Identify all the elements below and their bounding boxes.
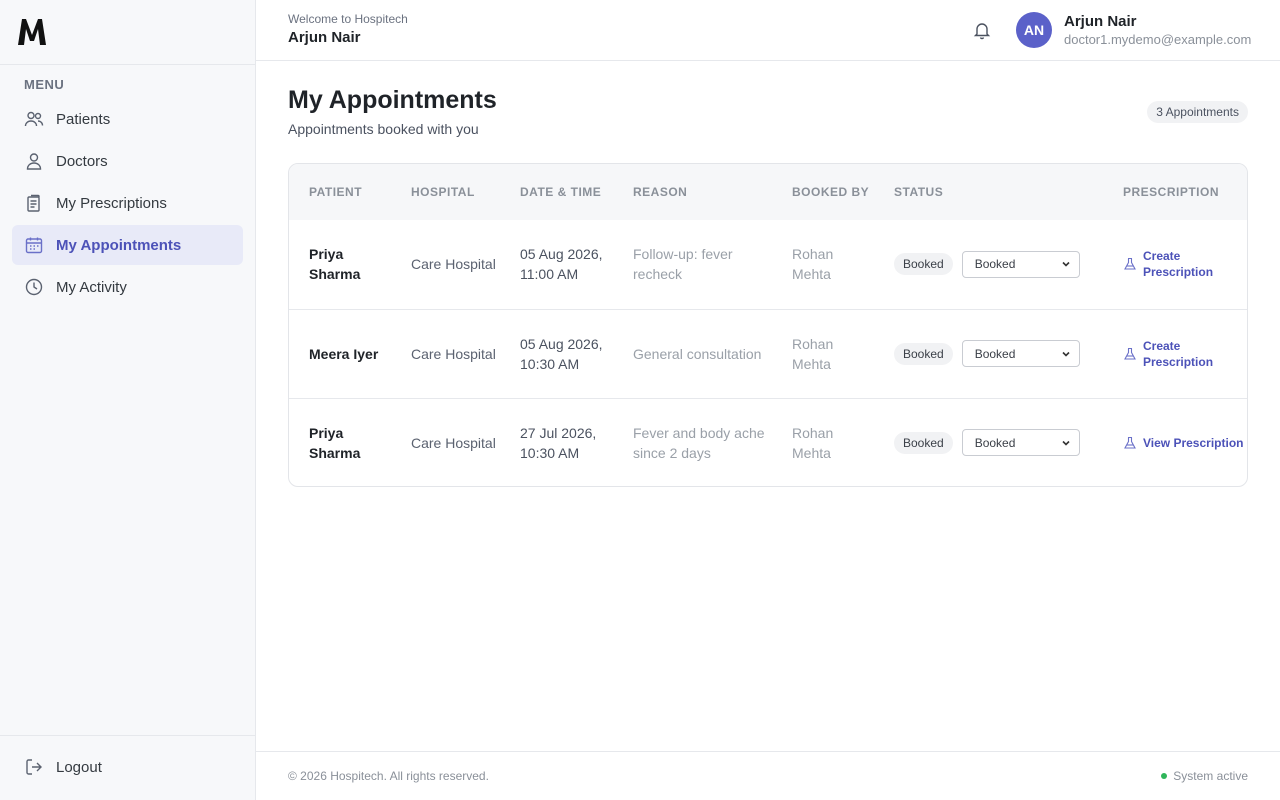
sidebar-nav: Patients Doctors My Prescriptions My App… <box>0 99 255 307</box>
calendar-icon <box>24 235 44 255</box>
system-status-label: System active <box>1173 769 1248 783</box>
top-header: Welcome to Hospitech Arjun Nair AN Arjun… <box>256 0 1280 61</box>
page-subtitle: Appointments booked with you <box>288 121 479 137</box>
logout-button[interactable]: Logout <box>12 747 243 787</box>
sidebar-item-my-appointments[interactable]: My Appointments <box>12 225 243 265</box>
sidebar-item-label: My Activity <box>56 278 127 296</box>
notification-bell-icon[interactable] <box>972 20 992 40</box>
user-icon <box>24 151 44 171</box>
status-select[interactable]: Booked <box>961 429 1080 457</box>
sidebar-item-patients[interactable]: Patients <box>12 99 243 139</box>
cell-datetime: 27 Jul 2026, 10:30 AM <box>520 424 597 461</box>
view-prescription-link[interactable]: View Prescription <box>1123 435 1247 451</box>
cell-reason: Fever and body ache since 2 days <box>633 424 765 461</box>
flask-icon <box>1124 436 1136 449</box>
create-prescription-link[interactable]: Create Prescription <box>1123 248 1247 280</box>
chevron-down-icon <box>1062 262 1070 267</box>
appointments-table: Patient Hospital Date & Time Reason Book… <box>289 164 1247 486</box>
cell-reason: Follow-up: fever recheck <box>633 246 733 283</box>
sidebar-item-label: Doctors <box>56 152 108 170</box>
table-row: Meera Iyer Care Hospital 05 Aug 2026, 10… <box>289 309 1247 398</box>
cell-prescription: Create Prescription <box>1103 220 1247 309</box>
cell-prescription: View Prescription <box>1103 398 1247 486</box>
column-header-prescription: Prescription <box>1123 185 1220 199</box>
cell-datetime: 05 Aug 2026, 11:00 AM <box>520 246 603 283</box>
welcome-text: Welcome to Hospitech <box>288 12 408 26</box>
column-header-hospital: Hospital <box>411 185 475 199</box>
footer: © 2026 Hospitech. All rights reserved. S… <box>256 751 1280 800</box>
logout-section: Logout <box>0 735 255 800</box>
avatar[interactable]: AN <box>1016 12 1052 48</box>
sidebar-item-label: My Appointments <box>56 236 182 254</box>
sidebar-item-doctors[interactable]: Doctors <box>12 141 243 181</box>
logout-icon <box>24 757 44 777</box>
status-badge: Booked <box>894 342 953 365</box>
cell-hospital: Care Hospital <box>411 434 496 451</box>
column-header-status: Status <box>894 185 944 199</box>
sidebar-item-label: Patients <box>56 110 111 128</box>
status-select[interactable]: Booked <box>961 340 1080 367</box>
cell-status: Booked Booked <box>874 220 1103 309</box>
column-header-booked-by: Booked By <box>792 185 870 199</box>
logo[interactable] <box>0 0 255 65</box>
chevron-down-icon <box>1062 351 1070 357</box>
status-dot-icon <box>1161 773 1168 779</box>
logout-label: Logout <box>56 758 102 776</box>
column-header-date-time: Date & Time <box>520 185 602 199</box>
page-title: My Appointments <box>288 86 497 114</box>
sidebar: MENU Patients Doctors My Prescriptions M… <box>0 0 256 800</box>
system-status: System active <box>1161 769 1248 783</box>
status-badge: Booked <box>894 253 953 276</box>
prescription-link-label: Create Prescription <box>1143 249 1214 280</box>
cell-status: Booked Booked <box>874 309 1103 398</box>
cell-hospital: Care Hospital <box>411 256 496 273</box>
table-row: Priya Sharma Care Hospital 27 Jul 2026, … <box>289 398 1247 486</box>
welcome-name: Arjun Nair <box>288 29 361 46</box>
status-select[interactable]: Booked <box>961 250 1080 278</box>
users-icon <box>24 109 44 129</box>
cell-booked-by: Rohan Mehta <box>792 424 834 461</box>
prescription-icon <box>24 193 44 213</box>
logo-icon <box>18 19 46 45</box>
cell-patient: Priya Sharma <box>309 424 361 461</box>
cell-reason: General consultation <box>633 345 762 362</box>
cell-status: Booked Booked <box>874 398 1103 486</box>
cell-patient: Priya Sharma <box>309 246 361 283</box>
appointments-table-card: Patient Hospital Date & Time Reason Book… <box>288 163 1248 487</box>
cell-booked-by: Rohan Mehta <box>792 246 834 283</box>
menu-label: MENU <box>24 77 65 92</box>
user-email: doctor1.mydemo@example.com <box>1064 32 1252 47</box>
cell-prescription: Create Prescription <box>1103 309 1247 398</box>
sidebar-item-my-prescriptions[interactable]: My Prescriptions <box>12 183 243 223</box>
table-header-row: Patient Hospital Date & Time Reason Book… <box>289 164 1247 220</box>
copyright-text: © 2026 Hospitech. All rights reserved. <box>288 769 489 783</box>
cell-patient: Meera Iyer <box>309 345 379 362</box>
clock-icon <box>24 277 44 297</box>
sidebar-item-my-activity[interactable]: My Activity <box>12 267 243 307</box>
column-header-patient: Patient <box>309 185 363 199</box>
flask-icon <box>1124 347 1136 360</box>
cell-booked-by: Rohan Mehta <box>792 335 834 372</box>
status-select-value: Booked <box>974 346 1016 361</box>
chevron-down-icon <box>1062 440 1070 446</box>
cell-datetime: 05 Aug 2026, 10:30 AM <box>520 335 603 372</box>
create-prescription-link[interactable]: Create Prescription <box>1123 338 1247 370</box>
prescription-link-label: View Prescription <box>1143 435 1244 450</box>
status-select-value: Booked <box>974 435 1016 450</box>
user-name: Arjun Nair <box>1064 13 1137 30</box>
appointments-count-badge: 3 Appointments <box>1147 101 1248 123</box>
sidebar-item-label: My Prescriptions <box>56 194 167 212</box>
status-select-value: Booked <box>974 257 1016 272</box>
flask-icon <box>1124 258 1136 270</box>
prescription-link-label: Create Prescription <box>1143 338 1214 369</box>
column-header-reason: Reason <box>633 185 688 199</box>
table-row: Priya Sharma Care Hospital 05 Aug 2026, … <box>289 220 1247 309</box>
status-badge: Booked <box>894 431 953 454</box>
cell-hospital: Care Hospital <box>411 345 496 362</box>
